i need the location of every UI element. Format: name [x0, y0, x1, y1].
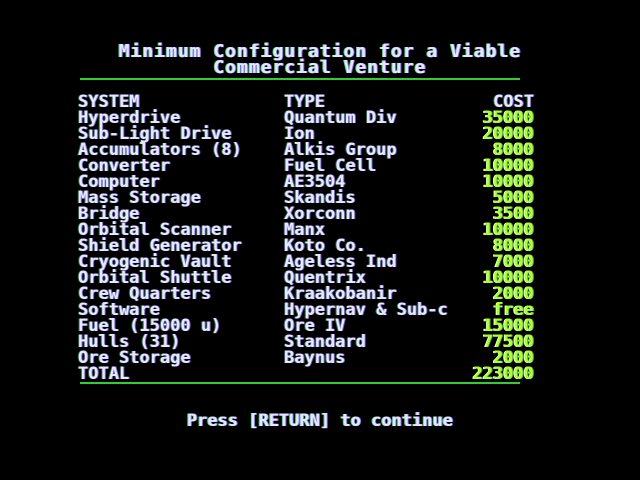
- type-cell: Baynus: [284, 348, 346, 368]
- total-cost: 223000: [472, 364, 534, 384]
- top-divider: [80, 78, 520, 80]
- page-title-line-2: Commercial Venture: [213, 57, 427, 78]
- total-label: TOTAL: [78, 364, 130, 384]
- table-total-row: TOTAL 223000: [0, 364, 640, 384]
- bottom-divider: [80, 382, 520, 384]
- continue-prompt[interactable]: Press [RETURN] to continue: [0, 413, 640, 430]
- game-screen: Minimum Configuration for a Viable Comme…: [0, 0, 640, 480]
